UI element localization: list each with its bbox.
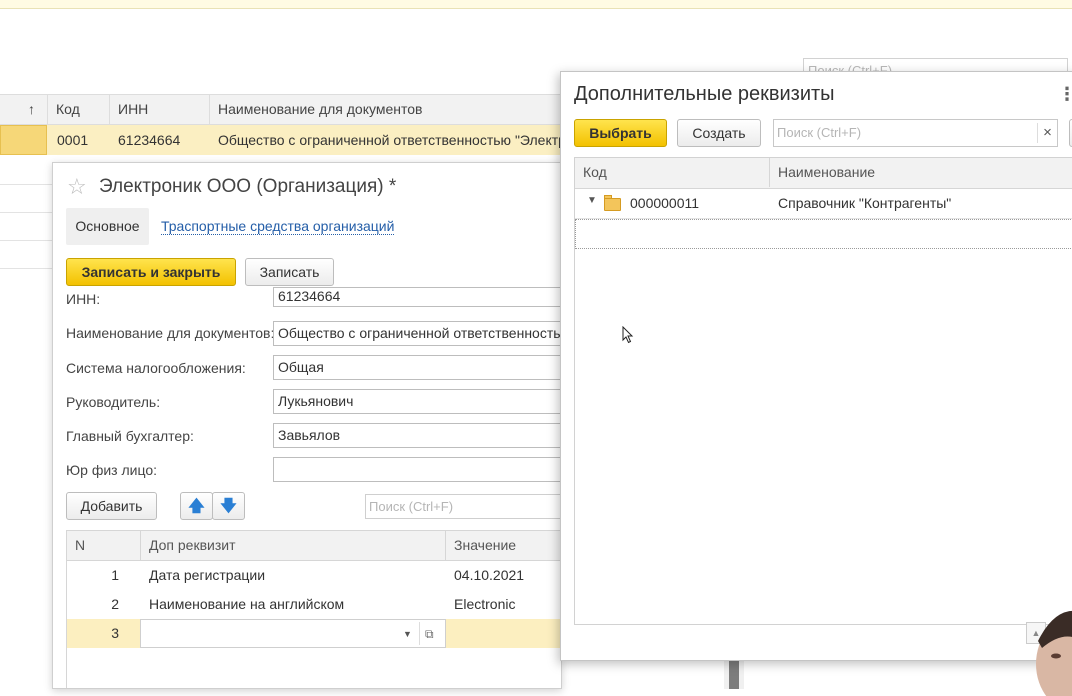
open-icon[interactable]: ⧉	[425, 621, 434, 647]
move-up-button[interactable]: 🡅	[180, 492, 213, 520]
arrow-up-icon: 🡅	[188, 498, 205, 515]
cell-n: 1	[111, 567, 119, 583]
cell-n: 3	[111, 625, 119, 641]
more-menu-icon[interactable]: ⋮	[1058, 84, 1072, 105]
tab-vehicles-link[interactable]: Траспортные средства организаций	[161, 219, 395, 235]
folder-icon	[604, 198, 621, 211]
create-button[interactable]: Создать	[677, 119, 761, 147]
column-n[interactable]: N	[67, 531, 140, 560]
cell-attr: Наименование на английском	[149, 596, 345, 612]
row-divider	[0, 268, 52, 269]
tax-system-label: Система налогообложения:	[66, 360, 246, 376]
top-message-bar	[0, 0, 1072, 9]
row-divider	[0, 240, 52, 241]
attributes-list: Код Наименование ▼ 000000011 Справочник …	[574, 157, 1072, 625]
director-field[interactable]: Лукьянович	[273, 389, 561, 414]
cell-value: Electronic	[454, 596, 516, 612]
dropdown-icon[interactable]: ▼	[403, 621, 412, 647]
column-code[interactable]: Код	[47, 95, 109, 124]
webcam-overlay	[1036, 611, 1072, 696]
divider	[419, 622, 420, 645]
move-down-button[interactable]: 🡇	[212, 492, 245, 520]
cell-code: 000000011	[630, 195, 700, 211]
table-header: N Доп реквизит Значение	[67, 531, 561, 561]
save-and-close-button[interactable]: Записать и закрыть	[66, 258, 236, 286]
director-label: Руководитель:	[66, 394, 161, 410]
table-row-editing[interactable]: 3 ▼ ⧉	[67, 619, 561, 648]
table-row[interactable]: 1 Дата регистрации 04.10.2021	[67, 561, 561, 590]
attributes-table: N Доп реквизит Значение 1 Дата регистрац…	[66, 530, 561, 688]
form-title: Электроник ООО (Организация) *	[99, 176, 397, 197]
additional-attributes-dialog: Дополнительные реквизиты ⋮ Выбрать Созда…	[560, 71, 1072, 661]
entity-type-field[interactable]	[273, 457, 561, 482]
table-search-input[interactable]: Поиск (Ctrl+F)	[365, 494, 561, 519]
dialog-search-input[interactable]: Поиск (Ctrl+F) ×	[773, 119, 1058, 147]
cell-doc-name: Общество с ограниченной ответственностью…	[218, 132, 562, 148]
accountant-label: Главный бухгалтер:	[66, 428, 194, 444]
column-name[interactable]: Наименование	[769, 158, 1072, 187]
list-item-empty[interactable]	[575, 219, 1072, 249]
doc-name-field[interactable]: Общество с ограниченной ответственностью	[273, 321, 561, 346]
table-row[interactable]: 0001 61234664 Общество с ограниченной от…	[0, 125, 562, 155]
arrow-down-icon: 🡇	[220, 498, 237, 515]
column-value[interactable]: Значение	[445, 531, 561, 560]
tab-main[interactable]: Основное	[66, 208, 149, 245]
selected-cell	[0, 125, 47, 155]
cell-inn: 61234664	[118, 132, 181, 148]
attr-edit-field[interactable]: ▼ ⧉	[140, 619, 446, 648]
row-divider	[0, 212, 52, 213]
cell-n: 2	[111, 596, 119, 612]
column-attr[interactable]: Доп реквизит	[140, 531, 445, 560]
add-button[interactable]: Добавить	[66, 492, 157, 520]
cell-attr: Дата регистрации	[149, 567, 266, 583]
mouse-cursor-icon	[622, 326, 634, 344]
cell-name: Справочник "Контрагенты"	[778, 195, 952, 211]
favorite-star-icon[interactable]: ☆	[67, 174, 87, 200]
inn-label: ИНН:	[66, 291, 101, 307]
cell-value: 04.10.2021	[454, 567, 525, 583]
scroll-thumb[interactable]	[729, 661, 739, 689]
dialog-title: Дополнительные реквизиты	[574, 83, 835, 105]
column-code[interactable]: Код	[575, 158, 769, 187]
doc-name-label: Наименование для документов:	[66, 325, 275, 341]
column-inn[interactable]: ИНН	[109, 95, 209, 124]
list-item[interactable]: ▼ 000000011 Справочник "Контрагенты"	[575, 189, 1072, 219]
organization-form: ☆ Электроник ООО (Организация) * Основно…	[52, 162, 562, 689]
row-divider	[0, 184, 52, 185]
tax-system-field[interactable]: Общая	[273, 355, 561, 380]
accountant-field[interactable]: Завьялов	[273, 423, 561, 448]
clear-icon[interactable]: ×	[1037, 123, 1057, 143]
cell-code: 0001	[57, 132, 89, 148]
inn-field[interactable]: 61234664	[273, 287, 561, 307]
expand-icon[interactable]: ▼	[587, 195, 597, 206]
sort-arrow-column[interactable]: ↑	[0, 95, 47, 124]
select-button[interactable]: Выбрать	[574, 119, 667, 147]
search-placeholder: Поиск (Ctrl+F)	[777, 125, 862, 140]
cell-value	[454, 619, 561, 648]
table-row[interactable]: 2 Наименование на английском Electronic	[67, 590, 561, 619]
entity-type-label: Юр физ лицо:	[66, 462, 157, 478]
save-button[interactable]: Записать	[245, 258, 334, 286]
background-list-header: ↑ Код ИНН Наименование для документов	[0, 94, 562, 125]
list-header: Код Наименование	[575, 158, 1072, 189]
column-doc-name[interactable]: Наименование для документов	[209, 95, 562, 124]
